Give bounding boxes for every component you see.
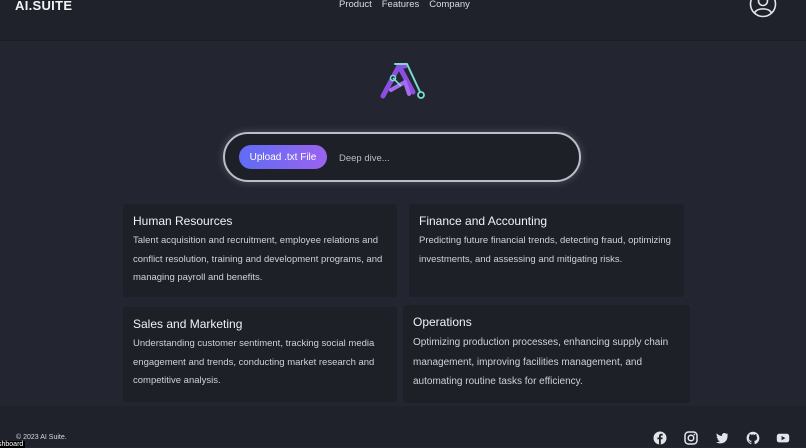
nav-features[interactable]: Features	[382, 0, 420, 10]
card-description: Understanding customer sentiment, tracki…	[133, 338, 375, 386]
twitter-icon[interactable]	[715, 431, 729, 445]
search-input[interactable]	[337, 147, 561, 169]
search-bar: Upload .txt File	[223, 132, 581, 182]
github-icon[interactable]	[746, 431, 760, 445]
top-navbar: AI.SUITE Product Features Company	[0, 0, 806, 41]
brand-logo-text[interactable]: AI.SUITE	[15, 0, 72, 13]
user-avatar-icon[interactable]	[749, 0, 777, 18]
card-title: Operations	[413, 315, 472, 329]
footer: © 2023 AI Suite. shboard	[0, 406, 806, 448]
card-description: Predicting future financial trends, dete…	[419, 235, 671, 265]
card-human-resources[interactable]: Human Resources Talent acquisition and r…	[123, 204, 397, 297]
card-title: Sales and Marketing	[133, 317, 243, 331]
nav-company[interactable]: Company	[429, 0, 470, 10]
facebook-icon[interactable]	[653, 431, 667, 445]
app-logo-icon	[380, 63, 425, 99]
main-nav: Product Features Company	[339, 0, 470, 10]
copyright-text: © 2023 AI Suite.	[16, 434, 67, 441]
nav-product[interactable]: Product	[339, 0, 372, 10]
instagram-icon[interactable]	[684, 431, 698, 445]
card-operations[interactable]: Operations Optimizing production process…	[403, 305, 690, 403]
card-title: Human Resources	[133, 214, 233, 228]
card-sales-marketing[interactable]: Sales and Marketing Understanding custom…	[123, 307, 397, 402]
card-description: Optimizing production processes, enhanci…	[413, 337, 669, 387]
upload-file-button[interactable]: Upload .txt File	[239, 145, 327, 169]
card-description: Talent acquisition and recruitment, empl…	[133, 235, 383, 283]
card-title: Finance and Accounting	[419, 214, 548, 228]
youtube-icon[interactable]	[776, 431, 790, 445]
card-finance-accounting[interactable]: Finance and Accounting Predicting future…	[409, 204, 684, 297]
